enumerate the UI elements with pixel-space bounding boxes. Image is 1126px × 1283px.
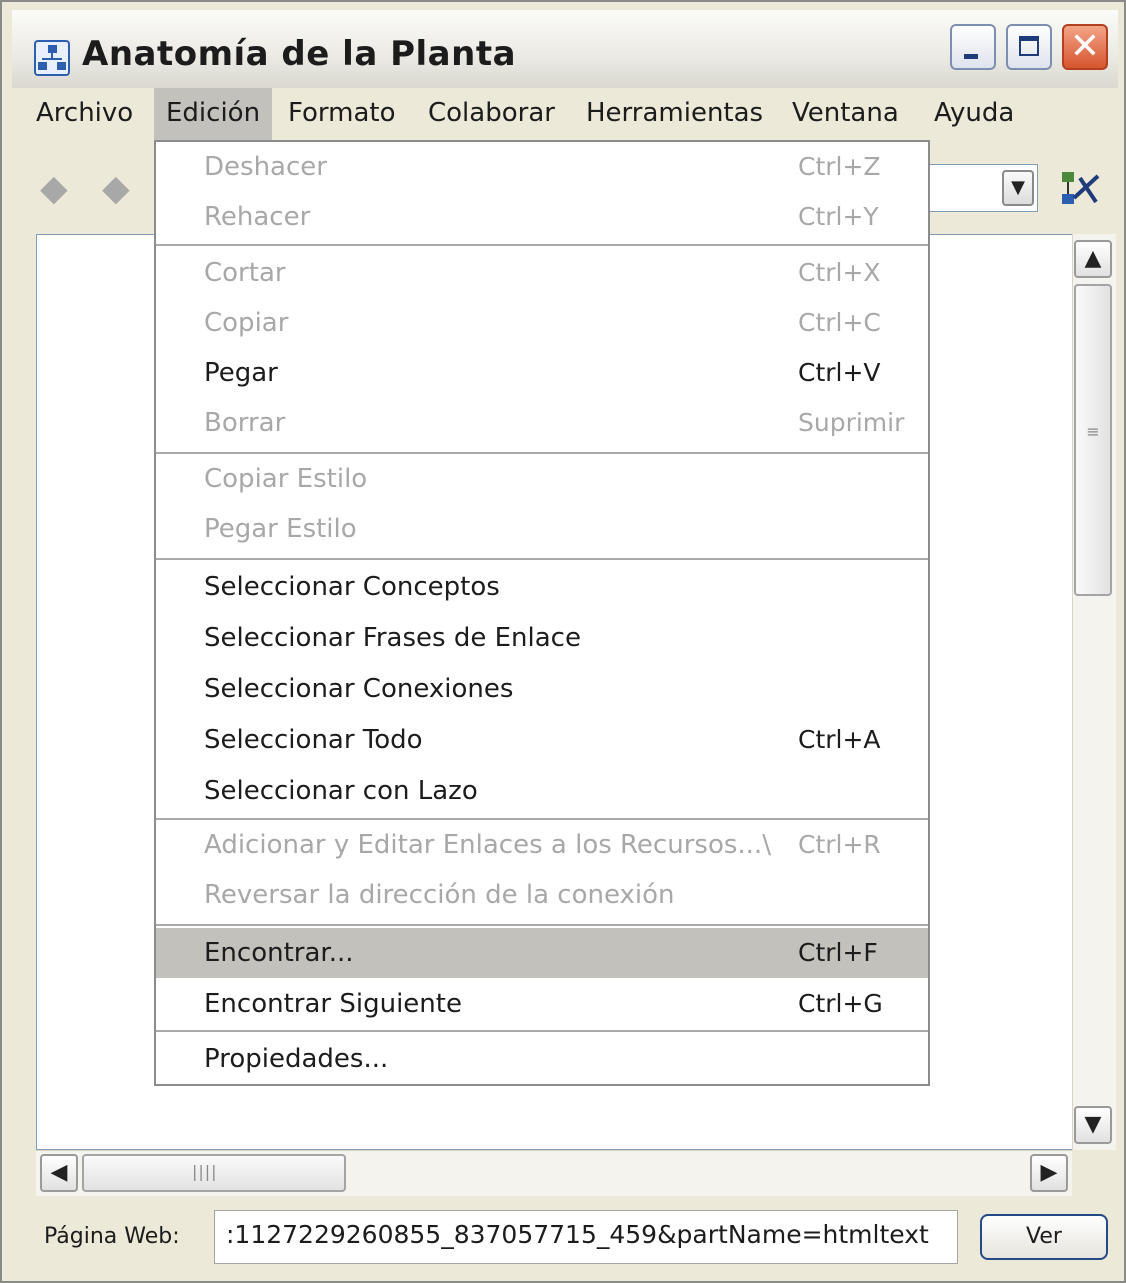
menu-item-shortcut: Ctrl+Z [798, 152, 881, 181]
menu-item-seleccionar-frases[interactable]: Seleccionar Frases de Enlace [156, 613, 928, 663]
menu-item-encontrar-siguiente[interactable]: Encontrar Siguiente Ctrl+G [156, 979, 928, 1029]
menu-item-shortcut: Ctrl+R [798, 830, 881, 859]
web-page-url: :1127229260855_837057715_459&partName=ht… [226, 1220, 929, 1249]
menu-item-shortcut: Ctrl+V [798, 358, 881, 387]
menu-item-label: Copiar [204, 308, 289, 338]
scroll-up-button[interactable]: ▲ [1074, 240, 1112, 278]
combo-dropdown-button[interactable]: ▼ [1002, 170, 1034, 206]
menu-item-reversar-conexion[interactable]: Reversar la dirección de la conexión [156, 870, 928, 920]
menu-item-label: Copiar Estilo [204, 464, 368, 494]
edit-menu-dropdown: Deshacer Ctrl+Z Rehacer Ctrl+Y Cortar Ct… [154, 140, 930, 1086]
menu-item-pegar-estilo[interactable]: Pegar Estilo [156, 504, 928, 554]
menu-item-label: Seleccionar Conceptos [204, 572, 500, 602]
application-window: Anatomía de la Planta ✕ Archivo Edición … [0, 0, 1126, 1283]
menu-item-pegar[interactable]: Pegar Ctrl+V [156, 348, 928, 398]
menu-item-encontrar[interactable]: Encontrar... Ctrl+F [156, 928, 928, 978]
menu-item-label: Cortar [204, 258, 286, 288]
menu-item-seleccionar-conceptos[interactable]: Seleccionar Conceptos [156, 562, 928, 612]
menu-ayuda[interactable]: Ayuda [934, 88, 1014, 140]
menu-item-shortcut: Ctrl+Y [798, 202, 879, 231]
concept-map-tool-icon[interactable] [1058, 168, 1102, 212]
menu-item-copiar[interactable]: Copiar Ctrl+C [156, 298, 928, 348]
menu-separator [156, 244, 928, 246]
menu-item-seleccionar-todo[interactable]: Seleccionar Todo Ctrl+A [156, 715, 928, 765]
menu-item-label: Encontrar... [204, 938, 354, 968]
menu-item-label: Rehacer [204, 202, 311, 232]
menu-herramientas[interactable]: Herramientas [586, 88, 763, 140]
menu-edicion[interactable]: Edición [154, 88, 272, 140]
ver-button[interactable]: Ver [980, 1214, 1108, 1260]
menu-item-shortcut: Ctrl+C [798, 308, 881, 337]
menu-item-copiar-estilo[interactable]: Copiar Estilo [156, 454, 928, 504]
close-button[interactable]: ✕ [1062, 24, 1108, 70]
menu-item-cortar[interactable]: Cortar Ctrl+X [156, 248, 928, 298]
menu-item-label: Encontrar Siguiente [204, 989, 462, 1019]
minimize-icon [964, 54, 978, 59]
grip-icon: |||| [192, 1162, 218, 1181]
menu-item-shortcut: Suprimir [798, 408, 905, 437]
menu-item-label: Reversar la dirección de la conexión [204, 880, 675, 910]
back-arrow-icon[interactable]: ◆ [40, 168, 68, 209]
scroll-left-button[interactable]: ◀ [40, 1154, 78, 1192]
menu-item-label: Deshacer [204, 152, 327, 182]
menu-item-shortcut: Ctrl+A [798, 725, 881, 754]
menu-item-label: Seleccionar Todo [204, 725, 423, 755]
menu-bar: Archivo Edición Formato Colaborar Herram… [12, 88, 1118, 140]
menu-item-seleccionar-lazo[interactable]: Seleccionar con Lazo [156, 766, 928, 816]
menu-item-label: Pegar [204, 358, 278, 388]
menu-colaborar[interactable]: Colaborar [428, 88, 555, 140]
menu-item-rehacer[interactable]: Rehacer Ctrl+Y [156, 192, 928, 242]
chevron-down-icon: ▼ [1011, 177, 1025, 198]
horizontal-scroll-thumb[interactable]: |||| [82, 1154, 346, 1192]
menu-item-adicionar-enlaces[interactable]: Adicionar y Editar Enlaces a los Recurso… [156, 820, 928, 870]
menu-formato[interactable]: Formato [288, 88, 396, 140]
app-icon[interactable] [34, 40, 70, 76]
grip-icon: ≡ [1086, 422, 1100, 441]
menu-item-label: Seleccionar Conexiones [204, 674, 514, 704]
forward-arrow-icon[interactable]: ◆ [102, 168, 130, 209]
scroll-down-button[interactable]: ▼ [1074, 1106, 1112, 1144]
menu-item-label: Seleccionar Frases de Enlace [204, 623, 581, 653]
menu-ventana[interactable]: Ventana [792, 88, 899, 140]
menu-item-seleccionar-conexiones[interactable]: Seleccionar Conexiones [156, 664, 928, 714]
menu-separator [156, 558, 928, 560]
menu-item-shortcut: Ctrl+X [798, 258, 881, 287]
menu-item-label: Propiedades... [204, 1044, 389, 1074]
menu-separator [156, 1030, 928, 1032]
minimize-button[interactable] [950, 24, 996, 70]
maximize-icon [1019, 36, 1039, 56]
close-icon: ✕ [1069, 26, 1101, 67]
menu-item-label: Pegar Estilo [204, 514, 357, 544]
menu-item-shortcut: Ctrl+G [798, 989, 883, 1018]
menu-separator [156, 924, 928, 926]
menu-item-label: Adicionar y Editar Enlaces a los Recurso… [204, 830, 771, 860]
window-title: Anatomía de la Planta [82, 34, 517, 74]
scroll-right-button[interactable]: ▶ [1030, 1154, 1068, 1192]
menu-item-deshacer[interactable]: Deshacer Ctrl+Z [156, 142, 928, 192]
vertical-scroll-thumb[interactable]: ≡ [1074, 284, 1112, 596]
menu-item-shortcut: Ctrl+F [798, 938, 878, 967]
menu-item-label: Seleccionar con Lazo [204, 776, 478, 806]
menu-item-label: Borrar [204, 408, 286, 438]
web-page-label: Página Web: [44, 1224, 180, 1249]
maximize-button[interactable] [1006, 24, 1052, 70]
menu-item-propiedades[interactable]: Propiedades... [156, 1034, 928, 1084]
menu-archivo[interactable]: Archivo [36, 88, 133, 140]
menu-item-borrar[interactable]: Borrar Suprimir [156, 398, 928, 448]
